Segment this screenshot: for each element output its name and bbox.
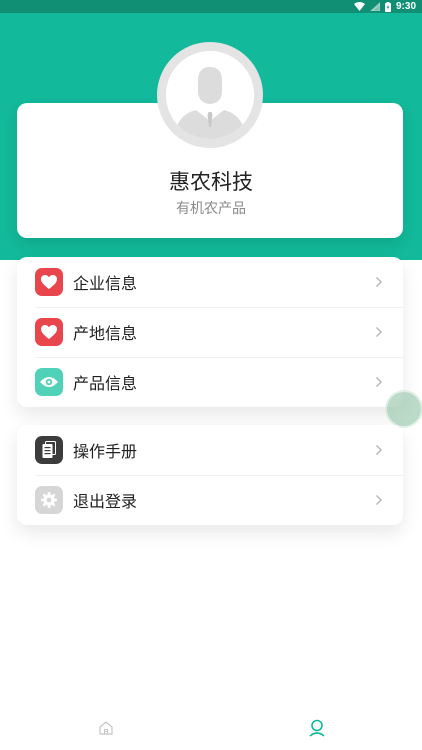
menu-item-label: 退出登录: [73, 492, 138, 511]
bottom-tab-bar: [0, 710, 422, 750]
profile-subtitle: 有机农产品: [176, 201, 246, 217]
profile-page: 9:30 惠农科技 有机农产品 企业信息 产地信息 产品信息 操作手册 退出登录: [0, 0, 422, 750]
avatar[interactable]: [157, 42, 263, 148]
chevron-right-icon: [369, 276, 389, 288]
document-icon: [35, 436, 63, 464]
menu-item-label: 产地信息: [73, 324, 138, 343]
menu-item-product-info[interactable]: 产品信息: [17, 357, 403, 407]
menu-group-account: 操作手册 退出登录: [17, 425, 403, 525]
heart-icon: [35, 318, 63, 346]
status-bar: 9:30: [0, 0, 422, 13]
battery-icon: [384, 1, 391, 12]
floating-assistive-button[interactable]: [387, 392, 421, 426]
chevron-right-icon: [369, 494, 389, 506]
menu-group-info: 企业信息 产地信息 产品信息: [17, 257, 403, 407]
chevron-right-icon: [369, 326, 389, 338]
eye-icon: [35, 368, 63, 396]
user-icon: [308, 719, 326, 741]
tab-home[interactable]: [91, 715, 121, 745]
menu-item-logout[interactable]: 退出登录: [17, 475, 403, 525]
tab-profile[interactable]: [302, 715, 332, 745]
gear-icon: [35, 486, 63, 514]
status-time: 9:30: [395, 1, 416, 12]
chevron-right-icon: [369, 444, 389, 456]
menu-item-company-info[interactable]: 企业信息: [17, 257, 403, 307]
chevron-right-icon: [369, 376, 389, 388]
menu-item-label: 产品信息: [73, 374, 138, 393]
person-avatar-icon: [166, 51, 254, 139]
home-icon: [98, 720, 114, 740]
menu-item-user-manual[interactable]: 操作手册: [17, 425, 403, 475]
menu-item-label: 企业信息: [73, 274, 138, 293]
menu-item-origin-info[interactable]: 产地信息: [17, 307, 403, 357]
heart-icon: [35, 268, 63, 296]
wifi-icon: [353, 2, 365, 11]
signal-icon: [369, 2, 380, 11]
profile-name: 惠农科技: [169, 170, 253, 194]
menu-item-label: 操作手册: [73, 442, 138, 461]
